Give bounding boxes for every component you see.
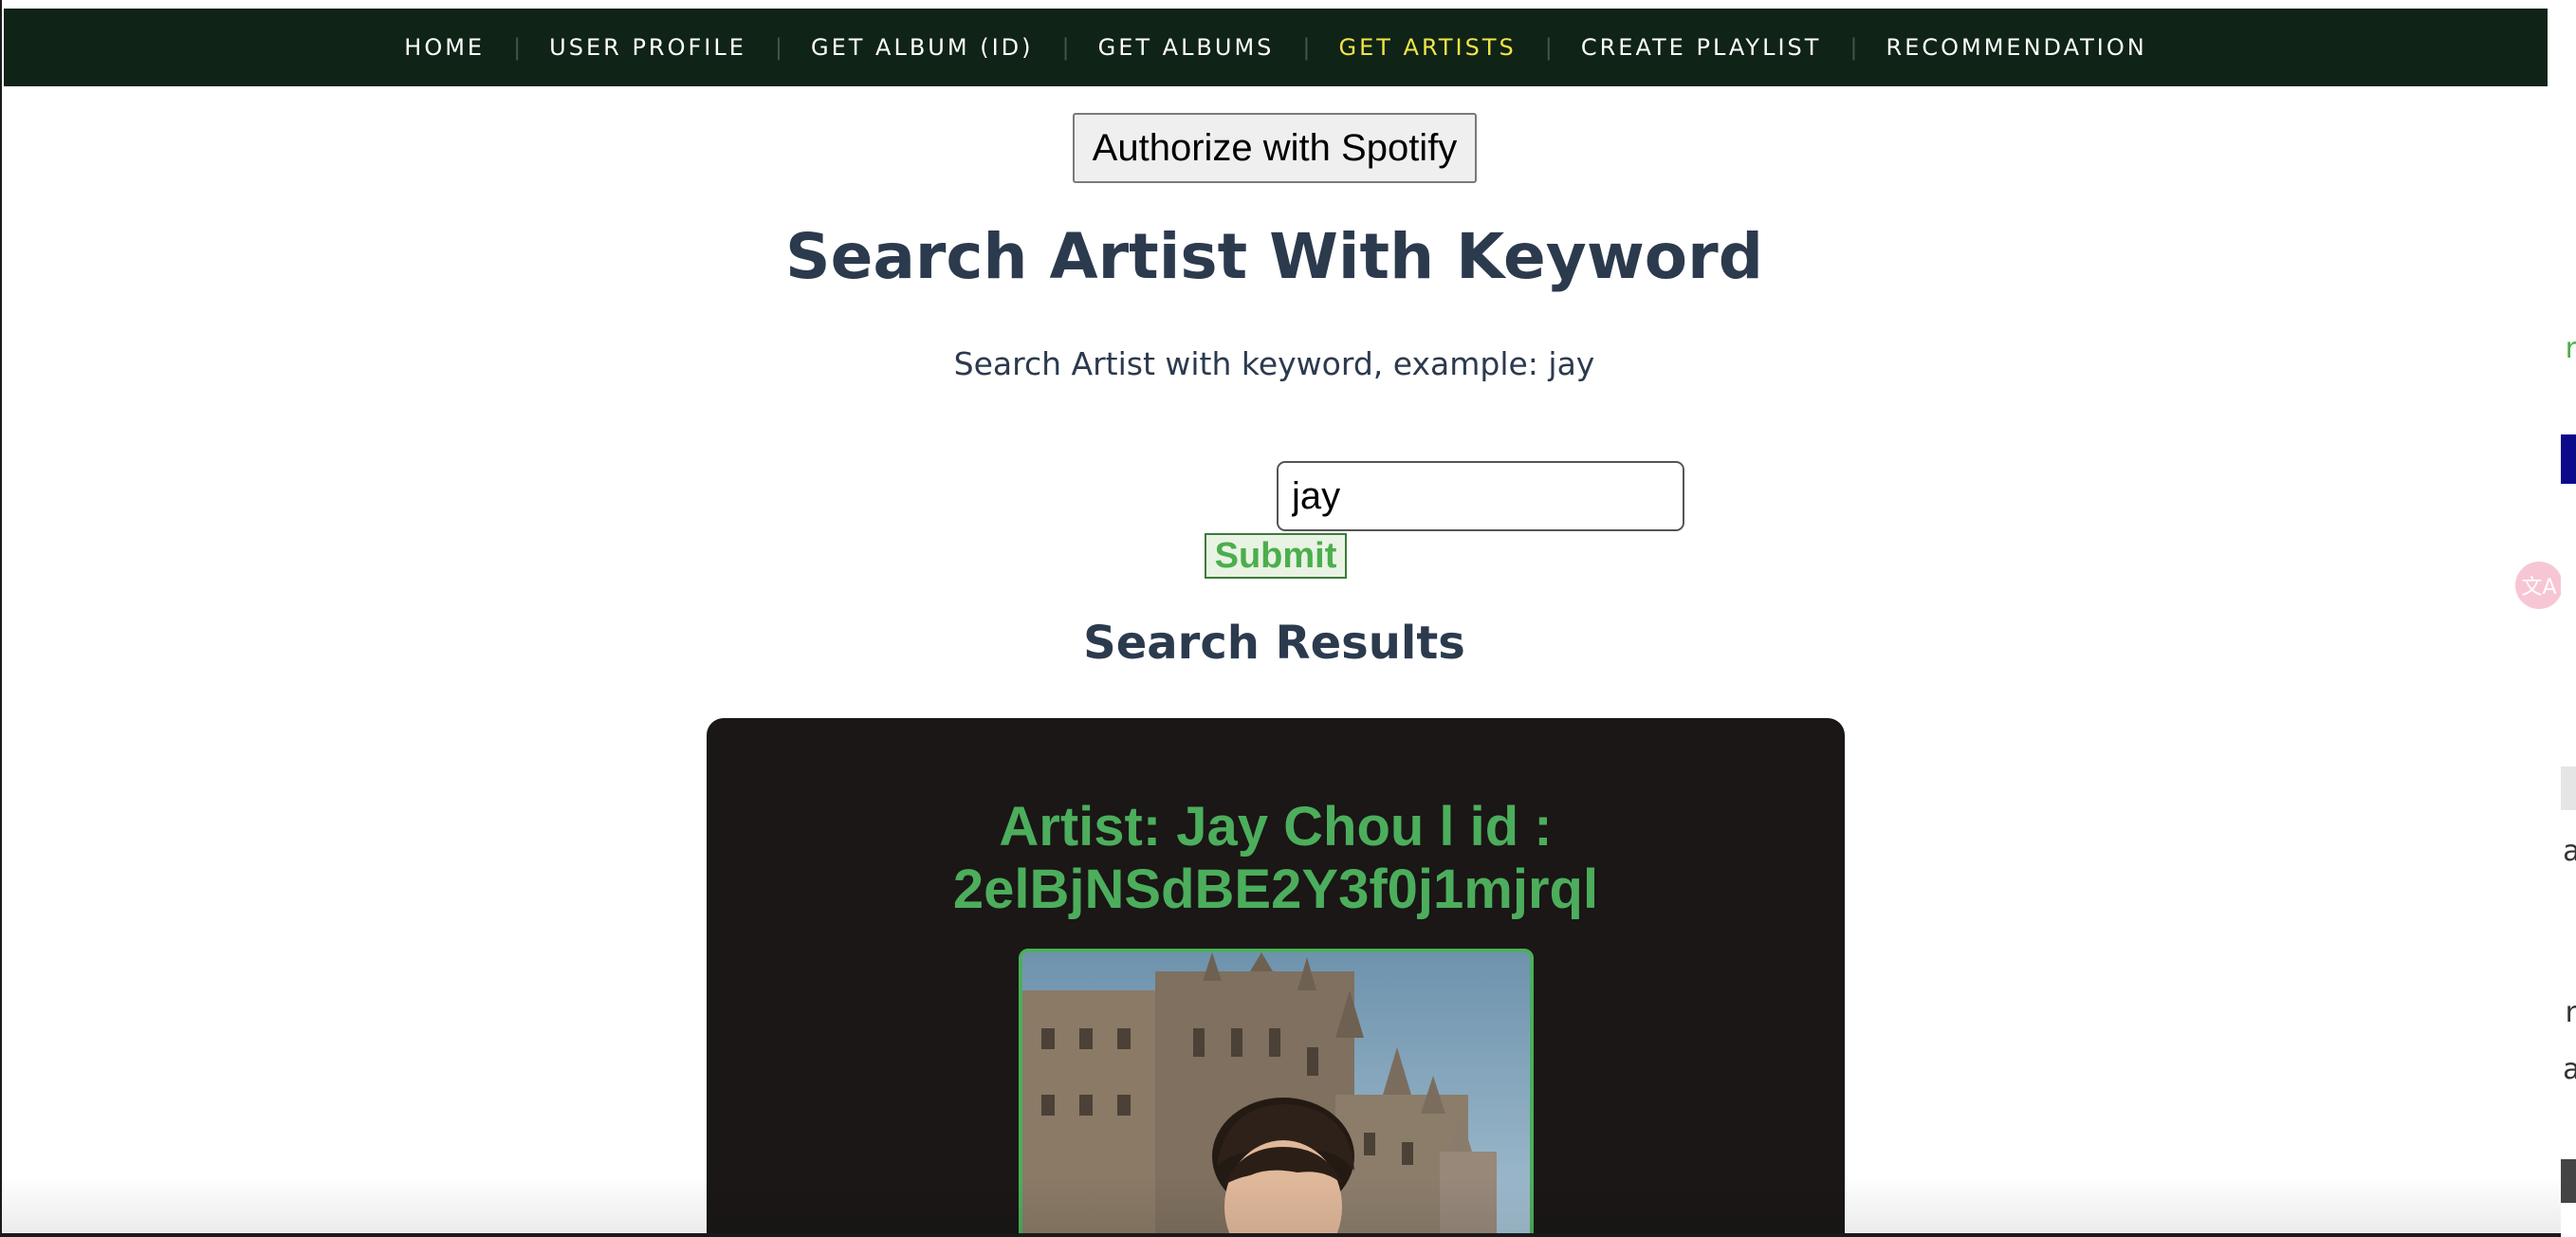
nav-item-user-profile[interactable]: USER PROFILE — [549, 34, 746, 61]
edge-glyph: r — [2563, 332, 2576, 365]
nav-separator: | — [513, 34, 522, 61]
edge-glyph: r — [2563, 996, 2576, 1029]
edge-blue-block — [2561, 434, 2576, 484]
edge-glyph: a — [2563, 1053, 2576, 1086]
nav-item-home[interactable]: HOME — [404, 34, 485, 61]
nav-item-recommendation[interactable]: RECOMMENDATION — [1886, 34, 2147, 61]
nav-separator: | — [1544, 34, 1553, 61]
artist-photo — [1019, 949, 1534, 1237]
page-title: Search Artist With Keyword — [785, 220, 1763, 293]
edge-grey-block — [2561, 766, 2576, 810]
nav-item-create-playlist[interactable]: CREATE PLAYLIST — [1581, 34, 1822, 61]
search-input[interactable] — [1277, 461, 1684, 531]
nav-item-get-albums[interactable]: GET ALBUMS — [1098, 34, 1275, 61]
edge-glyph: a — [2563, 835, 2576, 868]
nav-separator: | — [1061, 34, 1070, 61]
submit-button[interactable]: Submit — [1205, 533, 1347, 579]
nav-separator: | — [1302, 34, 1311, 61]
results-title: Search Results — [1083, 617, 1465, 670]
authorize-spotify-button[interactable]: Authorize with Spotify — [1073, 113, 1477, 183]
background-window-edge: r a r a — [2561, 0, 2576, 1237]
translate-icon[interactable]: 文A — [2515, 562, 2561, 609]
nav-separator: | — [1849, 34, 1858, 61]
artist-photo-illustration — [1022, 952, 1530, 1237]
search-hint: Search Artist with keyword, example: jay — [953, 345, 1595, 382]
artist-result-card: Artist: Jay Chou l id : 2elBjNSdBE2Y3f0j… — [707, 718, 1845, 1237]
edge-dark-block — [2561, 1159, 2576, 1203]
nav-item-get-artists[interactable]: GET ARTISTS — [1339, 34, 1517, 61]
browser-viewport: HOME | USER PROFILE | GET ALBUM (ID) | G… — [0, 0, 2561, 1237]
top-nav: HOME | USER PROFILE | GET ALBUM (ID) | G… — [4, 9, 2548, 86]
nav-item-get-album-id[interactable]: GET ALBUM (ID) — [811, 34, 1034, 61]
nav-separator: | — [774, 34, 782, 61]
artist-heading: Artist: Jay Chou l id : 2elBjNSdBE2Y3f0j… — [952, 796, 1599, 920]
